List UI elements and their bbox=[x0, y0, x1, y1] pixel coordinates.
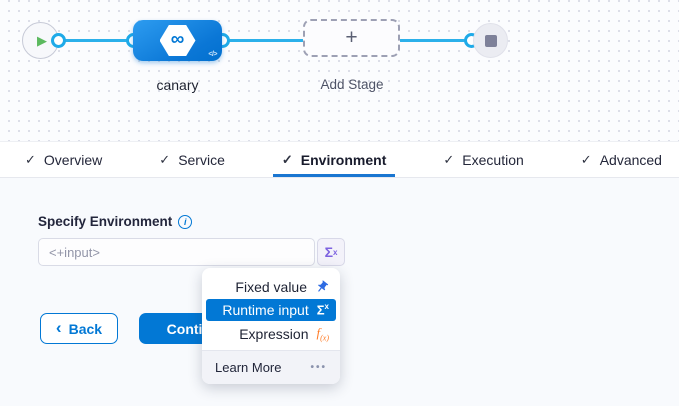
specify-environment-label: Specify Environment bbox=[38, 214, 172, 229]
tab-overview[interactable]: ✓ Overview bbox=[16, 142, 111, 177]
stage-tabs: ✓ Overview ✓ Service ✓ Environment ✓ Exe… bbox=[0, 141, 679, 178]
sigma-icon: Σx bbox=[317, 302, 329, 317]
back-button[interactable]: ‹ Back bbox=[40, 313, 118, 344]
option-fixed-value[interactable]: Fixed value bbox=[202, 275, 340, 298]
tab-environment[interactable]: ✓ Environment bbox=[273, 142, 395, 177]
add-stage-label: Add Stage bbox=[296, 77, 408, 92]
chevron-left-icon: ‹ bbox=[56, 319, 62, 336]
option-runtime-input[interactable]: Runtime input Σx bbox=[206, 299, 336, 321]
pipeline-end-node bbox=[473, 23, 508, 58]
stop-icon bbox=[485, 35, 497, 47]
option-label: Fixed value bbox=[235, 279, 307, 295]
input-type-options: Fixed value Runtime input Σx Expression … bbox=[202, 268, 340, 350]
check-icon: ✓ bbox=[443, 152, 454, 168]
tab-label: Overview bbox=[44, 152, 102, 168]
back-button-label: Back bbox=[69, 321, 102, 337]
option-expression[interactable]: Expression f(x) bbox=[202, 322, 340, 345]
option-label: Expression bbox=[239, 326, 308, 342]
check-icon: ✓ bbox=[159, 152, 170, 168]
pin-icon bbox=[312, 277, 332, 297]
code-icon: </> bbox=[208, 51, 217, 58]
environment-tab-panel: Specify Environment i Σx ‹ Back Continue… bbox=[0, 178, 679, 406]
specify-environment-row: Specify Environment i bbox=[38, 214, 192, 229]
stage-name-label: canary bbox=[133, 77, 222, 93]
check-icon: ✓ bbox=[282, 152, 293, 168]
connector-edge bbox=[222, 39, 304, 42]
sigma-icon: Σ bbox=[325, 244, 333, 260]
connector-edge bbox=[399, 39, 465, 42]
check-icon: ✓ bbox=[581, 152, 592, 168]
harness-stage-icon: ∞ bbox=[160, 25, 196, 56]
tab-advanced[interactable]: ✓ Advanced bbox=[572, 142, 671, 177]
plus-icon: + bbox=[345, 27, 357, 48]
fx-icon: f(x) bbox=[316, 325, 329, 343]
pipeline-stage-editor: ▶ ∞ </> canary + Add Stage ✓ Overview ✓ … bbox=[0, 0, 679, 406]
connector-port[interactable] bbox=[51, 33, 66, 48]
tab-service[interactable]: ✓ Service bbox=[150, 142, 234, 177]
tab-execution[interactable]: ✓ Execution bbox=[434, 142, 532, 177]
infinity-icon: ∞ bbox=[171, 32, 185, 47]
option-label: Runtime input bbox=[222, 302, 308, 318]
environment-input-group: Σx bbox=[38, 238, 345, 266]
tab-label: Advanced bbox=[600, 152, 662, 168]
stage-node-canary[interactable]: ∞ </> bbox=[133, 20, 222, 61]
environment-input[interactable] bbox=[38, 238, 315, 266]
play-icon: ▶ bbox=[34, 34, 47, 47]
check-icon: ✓ bbox=[25, 152, 36, 168]
tab-label: Environment bbox=[301, 152, 387, 168]
tab-label: Execution bbox=[462, 152, 523, 168]
runtime-input-toggle-button[interactable]: Σx bbox=[317, 238, 345, 266]
info-icon[interactable]: i bbox=[178, 215, 192, 229]
pipeline-canvas[interactable]: ▶ ∞ </> canary + Add Stage bbox=[0, 0, 679, 141]
input-type-dropdown: Fixed value Runtime input Σx Expression … bbox=[202, 268, 340, 384]
tab-label: Service bbox=[178, 152, 225, 168]
connector-edge bbox=[58, 39, 134, 42]
add-stage-button[interactable]: + bbox=[303, 19, 400, 57]
learn-more-label: Learn More bbox=[215, 360, 281, 375]
learn-more-row[interactable]: Learn More ••• bbox=[202, 350, 340, 384]
ellipsis-icon[interactable]: ••• bbox=[310, 362, 327, 373]
